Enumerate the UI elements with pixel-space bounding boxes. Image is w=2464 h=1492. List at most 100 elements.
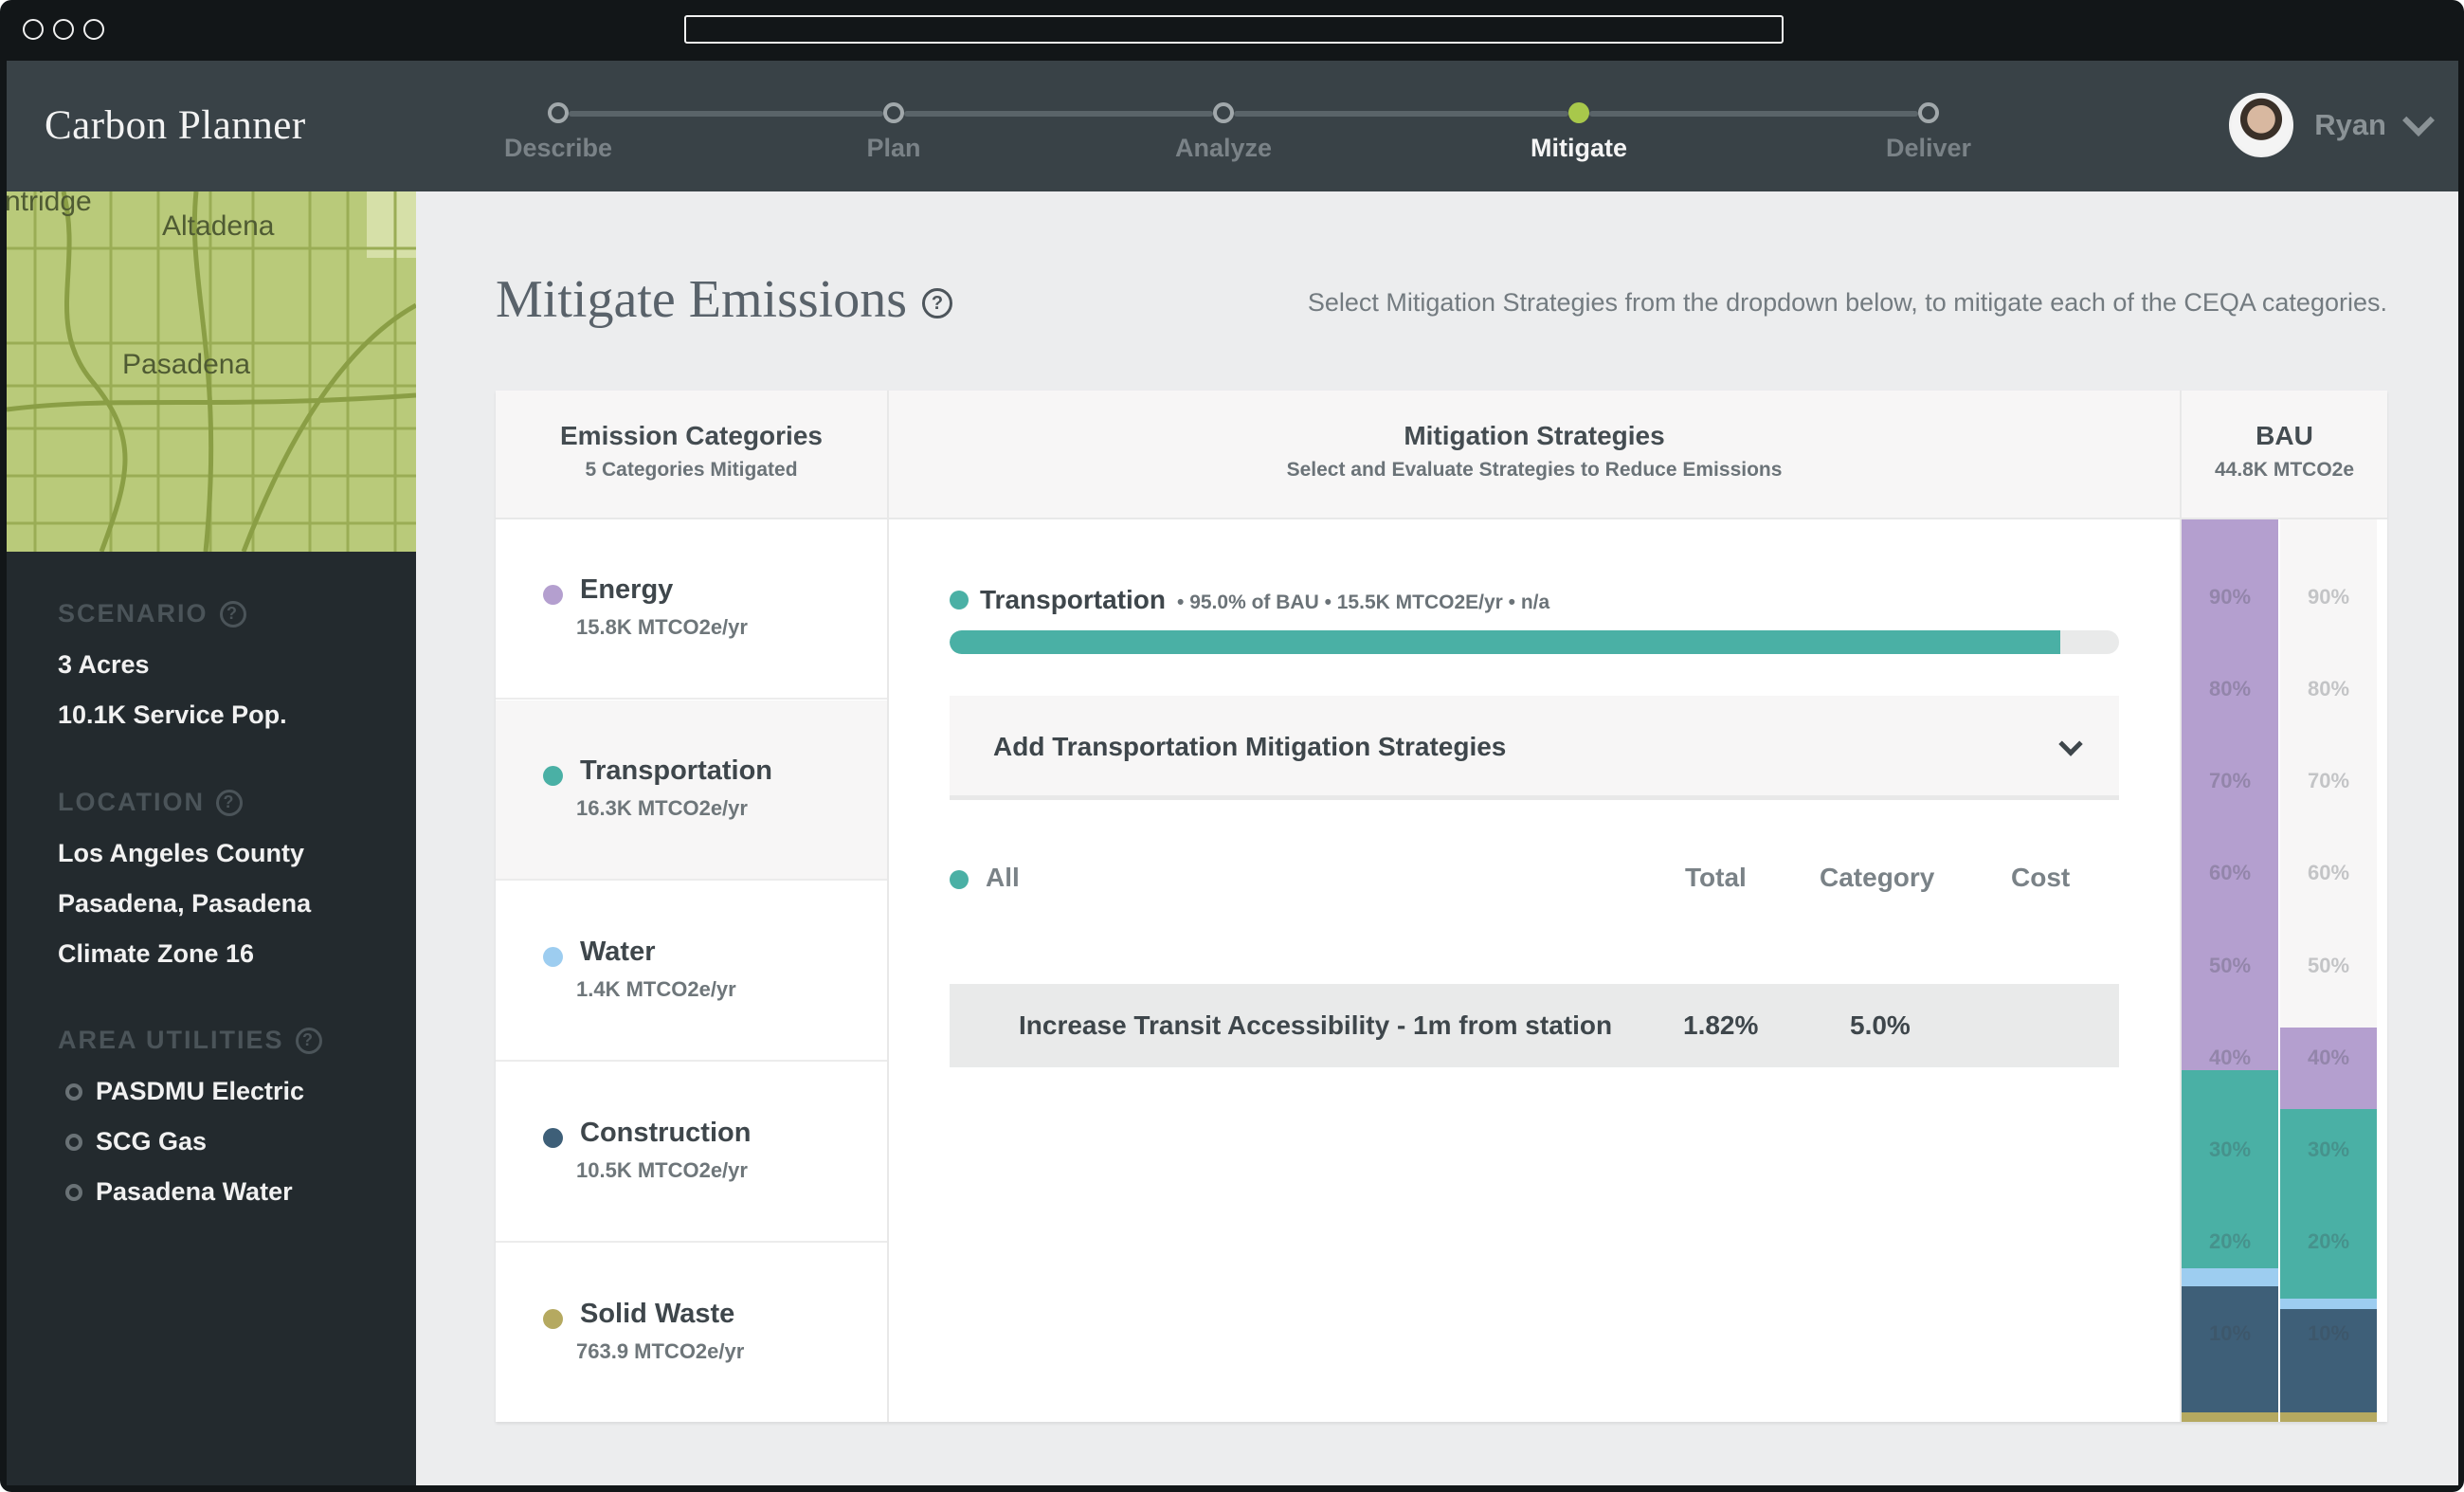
bau-heading: BAU	[2256, 421, 2313, 450]
category-color-dot	[543, 585, 563, 605]
user-name[interactable]: Ryan	[2314, 108, 2386, 142]
avatar[interactable]	[2229, 93, 2294, 157]
step-deliver[interactable]: Deliver	[1886, 134, 1971, 163]
strategies-header: Mitigation Strategies Select and Evaluat…	[889, 391, 2180, 519]
progress-stepper: Describe Plan Analyze Mitigate Deliver	[7, 61, 2458, 191]
step-dot-mitigate[interactable]	[1568, 102, 1589, 123]
step-connector	[569, 111, 883, 117]
page-title-text: Mitigate Emissions	[496, 270, 907, 329]
selected-category-summary: Transportation • 95.0% of BAU • 15.5K MT…	[950, 585, 1549, 615]
location-help-icon[interactable]: ?	[215, 789, 243, 816]
location-heading: LOCATION ?	[58, 788, 243, 817]
step-dot-describe[interactable]	[548, 102, 569, 123]
mitigation-panel: Emission Categories 5 Categories Mitigat…	[496, 391, 2387, 1422]
step-describe[interactable]: Describe	[504, 134, 612, 163]
table-row[interactable]: Increase Transit Accessibility - 1m from…	[950, 984, 2119, 1067]
radio-ring-icon	[65, 1083, 82, 1101]
bar-segment-construction	[2182, 1286, 2278, 1413]
maximize-window-icon[interactable]	[83, 19, 104, 40]
category-value: 763.9 MTCO2e/yr	[576, 1339, 745, 1363]
step-dot-analyze[interactable]	[1213, 102, 1234, 123]
percent-tick-label: 60%	[2208, 861, 2252, 885]
category-item-solid-waste[interactable]: Solid Waste 763.9 MTCO2e/yr	[496, 1244, 887, 1422]
step-connector	[1234, 111, 1568, 117]
percent-tick-label: 30%	[2307, 1137, 2350, 1161]
help-icon[interactable]: ?	[922, 288, 952, 318]
scenario-acres: 3 Acres	[58, 650, 150, 679]
mitigation-strategies-column: Mitigation Strategies Select and Evaluat…	[889, 391, 2180, 1422]
percent-tick-label: 10%	[2307, 1320, 2350, 1345]
bau-subheading: 44.8K MTCO2e	[2214, 459, 2355, 481]
category-color-dot	[543, 766, 563, 786]
percent-tick-label: 50%	[2208, 953, 2252, 977]
utilities-heading-label: AREA UTILITIES	[58, 1026, 284, 1054]
scenario-heading-label: SCENARIO	[58, 599, 208, 628]
mitigation-progress-fill	[950, 630, 2061, 654]
percent-tick-label: 30%	[2208, 1137, 2252, 1161]
percent-tick-label: 90%	[2307, 585, 2350, 610]
radio-ring-icon	[65, 1183, 82, 1201]
page-description: Select Mitigation Strategies from the dr…	[1307, 288, 2387, 317]
bar-segment-solid-waste	[2182, 1412, 2278, 1422]
map-label-ntridge: ntridge	[7, 191, 92, 217]
bar-segment-water	[2280, 1298, 2377, 1309]
percent-tick-label: 20%	[2208, 1228, 2252, 1253]
filter-all-label[interactable]: All	[986, 863, 1020, 893]
address-bar[interactable]	[684, 15, 1784, 44]
category-color-dot	[543, 1128, 563, 1148]
percent-tick-label: 40%	[2307, 1045, 2350, 1069]
step-analyze[interactable]: Analyze	[1175, 134, 1272, 163]
category-name: Construction	[580, 1118, 752, 1148]
category-item-energy[interactable]: Energy 15.8K MTCO2e/yr	[496, 519, 887, 700]
category-item-transportation[interactable]: Transportation 16.3K MTCO2e/yr	[496, 701, 887, 881]
scenario-help-icon[interactable]: ?	[219, 600, 246, 628]
map-label-pasadena: Pasadena	[122, 349, 251, 380]
utility-water-label: Pasadena Water	[96, 1177, 293, 1206]
column-total[interactable]: Total	[1685, 863, 1747, 893]
categories-header: Emission Categories 5 Categories Mitigat…	[496, 391, 887, 519]
category-value: 15.8K MTCO2e/yr	[576, 615, 748, 639]
category-value: 1.4K MTCO2e/yr	[576, 977, 736, 1001]
step-dot-plan[interactable]	[883, 102, 904, 123]
percent-tick-label: 70%	[2208, 769, 2252, 793]
strategies-heading: Mitigation Strategies	[1404, 421, 1665, 450]
bau-bar-bau: 90% 80% 70% 60% 50% 40% 30% 20% 10%	[2182, 519, 2278, 1422]
strategy-category: 5.0%	[1850, 1010, 1911, 1040]
location-climate-zone: Climate Zone 16	[58, 939, 255, 968]
category-item-construction[interactable]: Construction 10.5K MTCO2e/yr	[496, 1063, 887, 1243]
bau-bar-mitigated: 90% 80% 70% 60% 50% 40% 30% 20% 10%	[2280, 519, 2377, 1422]
percent-tick-label: 80%	[2208, 677, 2252, 701]
utilities-help-icon[interactable]: ?	[295, 1027, 322, 1054]
category-item-water[interactable]: Water 1.4K MTCO2e/yr	[496, 882, 887, 1062]
add-strategies-dropdown[interactable]: Add Transportation Mitigation Strategies	[950, 696, 2119, 800]
app-window: Carbon Planner Describe Plan Analyze Mitiga…	[7, 61, 2458, 1485]
page-title: Mitigate Emissions ?	[496, 269, 952, 330]
column-cost[interactable]: Cost	[2011, 863, 2070, 893]
step-dot-deliver[interactable]	[1918, 102, 1939, 123]
strategy-name: Increase Transit Accessibility - 1m from…	[1019, 1010, 1613, 1040]
top-nav: Carbon Planner Describe Plan Analyze Mitiga…	[7, 61, 2458, 191]
browser-frame: Carbon Planner Describe Plan Analyze Mitiga…	[0, 0, 2464, 1492]
user-menu[interactable]: Ryan	[2229, 93, 2435, 157]
category-color-dot	[950, 591, 969, 610]
percent-tick-label: 70%	[2307, 769, 2350, 793]
chevron-down-icon[interactable]	[2402, 104, 2435, 136]
step-connector	[1589, 111, 1918, 117]
percent-tick-label: 40%	[2208, 1045, 2252, 1069]
selected-category-meta: • 95.0% of BAU • 15.5K MTCO2E/yr • n/a	[1177, 591, 1550, 613]
step-mitigate[interactable]: Mitigate	[1531, 134, 1627, 163]
chevron-down-icon[interactable]	[2058, 732, 2083, 756]
add-strategies-label: Add Transportation Mitigation Strategies	[993, 732, 1507, 761]
close-window-icon[interactable]	[23, 19, 44, 40]
category-name: Water	[580, 937, 656, 967]
utility-electric[interactable]: PASDMU Electric	[65, 1077, 304, 1106]
bau-column: BAU 44.8K MTCO2e 90% 80% 70% 60% 50% 40% 30% 20…	[2180, 391, 2387, 1422]
location-map[interactable]: ntridge Altadena Pasadena	[7, 191, 416, 552]
column-category[interactable]: Category	[1820, 863, 1934, 893]
category-name: Energy	[580, 574, 674, 605]
step-plan[interactable]: Plan	[866, 134, 920, 163]
bau-header: BAU 44.8K MTCO2e	[2182, 391, 2387, 519]
minimize-window-icon[interactable]	[53, 19, 74, 40]
utility-gas[interactable]: SCG Gas	[65, 1127, 207, 1156]
utility-water[interactable]: Pasadena Water	[65, 1177, 293, 1207]
